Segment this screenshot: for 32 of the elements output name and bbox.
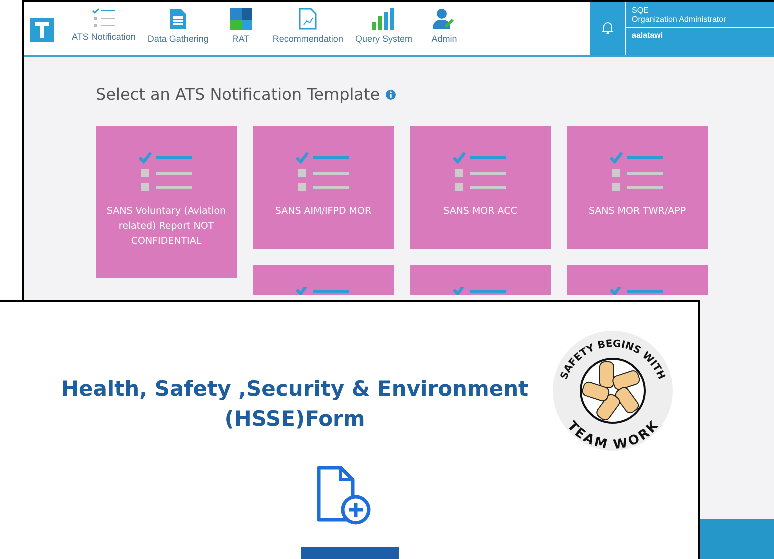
card-label: SANS AIM/IFPD MOR bbox=[274, 205, 373, 219]
tiles-icon bbox=[230, 8, 252, 30]
card-label: SANS MOR TWR/APP bbox=[588, 205, 688, 219]
organization-label: SQE bbox=[631, 5, 650, 15]
submit-button[interactable] bbox=[301, 547, 399, 559]
checklist-icon bbox=[92, 8, 116, 28]
role-label: Organization Administrator bbox=[631, 15, 728, 26]
form-title: Health, Safety ,Security & Environment (HSSE)Form bbox=[60, 376, 530, 433]
nav-item[interactable]: Recommendation bbox=[266, 2, 350, 55]
logo-icon bbox=[30, 18, 54, 42]
info-icon bbox=[386, 90, 396, 100]
report-icon bbox=[299, 8, 318, 30]
template-card[interactable]: SANS MOR TWR/APP bbox=[567, 126, 708, 249]
template-card[interactable]: SANS MOR ACC bbox=[410, 126, 551, 249]
nav-item[interactable]: Data Gathering bbox=[142, 2, 215, 55]
template-card[interactable] bbox=[253, 265, 394, 295]
card-label: SANS Voluntary (Aviation related) Report NOT CONFIDENTIAL bbox=[106, 205, 228, 249]
user-label[interactable]: aalatawi bbox=[626, 27, 774, 46]
bar-chart-icon bbox=[372, 8, 396, 30]
template-card[interactable]: SANS Voluntary (Aviation related) Report NOT CONFIDENTIAL bbox=[96, 126, 237, 278]
document-icon bbox=[169, 8, 188, 30]
template-card[interactable] bbox=[567, 265, 708, 295]
nav-item[interactable]: Admin bbox=[418, 2, 470, 55]
card-label: SANS MOR ACC bbox=[442, 205, 518, 219]
nav-item[interactable]: RAT bbox=[214, 2, 267, 55]
page-heading: Select an ATS Notification Template bbox=[96, 85, 380, 104]
user-wrench-icon bbox=[433, 8, 456, 30]
nav-item[interactable]: ATS Notification bbox=[66, 2, 142, 55]
template-card[interactable] bbox=[410, 265, 551, 295]
document-plus-icon bbox=[316, 466, 372, 526]
template-card[interactable]: SANS AIM/IFPD MOR bbox=[253, 126, 394, 249]
nav-item[interactable]: Query System bbox=[349, 2, 418, 55]
